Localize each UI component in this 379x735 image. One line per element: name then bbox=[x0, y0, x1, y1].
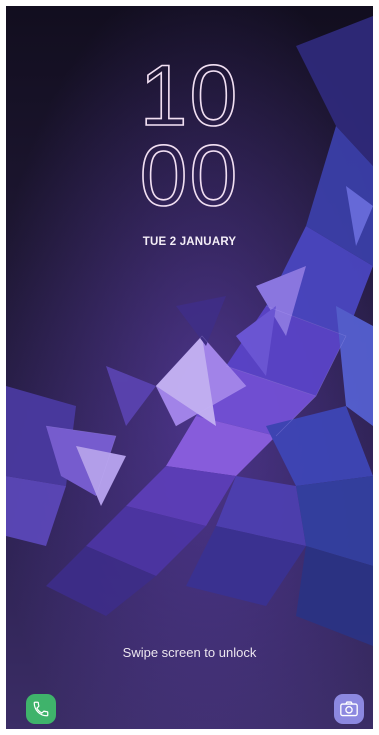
date-label: TUE 2 JANUARY bbox=[142, 236, 237, 248]
camera-icon bbox=[340, 701, 358, 717]
phone-shortcut-button[interactable] bbox=[26, 694, 56, 724]
lock-screen[interactable]: 10 00 TUE 2 JANUARY Swipe screen to unlo… bbox=[0, 0, 379, 735]
clock-hours: 10 bbox=[139, 48, 240, 144]
camera-shortcut-button[interactable] bbox=[334, 694, 364, 724]
phone-icon bbox=[33, 701, 49, 717]
unlock-hint: Swipe screen to unlock bbox=[122, 645, 257, 660]
clock-minutes: 00 bbox=[139, 128, 240, 224]
